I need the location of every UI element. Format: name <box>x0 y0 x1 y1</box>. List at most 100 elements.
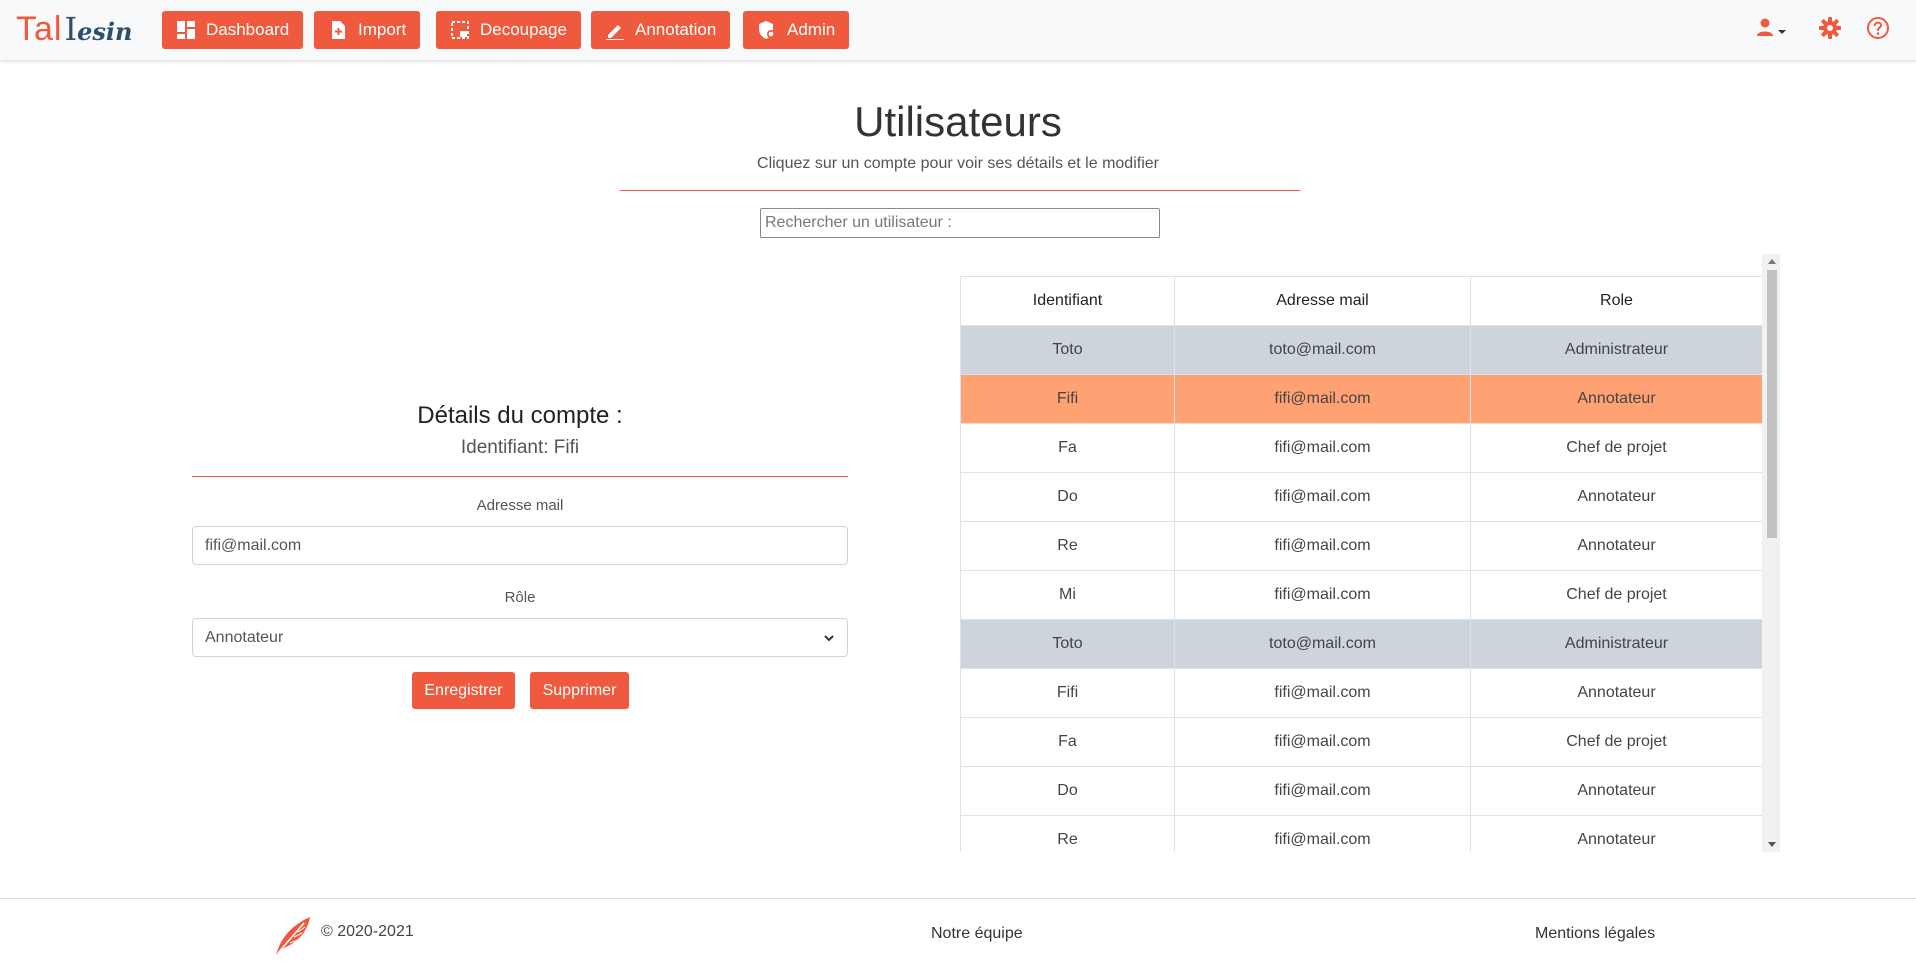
cell-identifier: Re <box>960 815 1175 852</box>
brand-logo-part3: esin <box>77 17 133 46</box>
table-row[interactable]: Fifi fifi@mail.com Annotateur <box>960 668 1763 718</box>
column-header-identifier: Identifiant <box>960 276 1175 326</box>
role-select-value: Annotateur <box>205 628 284 646</box>
users-table: Identifiant Adresse mail Role Toto toto@m… <box>960 276 1763 852</box>
users-table-container: Identifiant Adresse mail Role Toto toto@m… <box>960 254 1780 852</box>
cell-identifier: Do <box>960 472 1175 522</box>
scroll-thumb[interactable] <box>1767 270 1777 538</box>
cell-identifier: Re <box>960 521 1175 571</box>
cell-email: fifi@mail.com <box>1174 668 1471 718</box>
copyright-text: © 2020-2021 <box>321 923 414 940</box>
table-row[interactable]: Toto toto@mail.com Administrateur <box>960 325 1763 375</box>
user-icon <box>1757 18 1786 36</box>
nav-import-label: Import <box>358 20 407 39</box>
cell-identifier: Do <box>960 766 1175 816</box>
cell-identifier: Fifi <box>960 668 1175 718</box>
nav-annotation-label: Annotation <box>635 20 717 39</box>
cell-identifier: Toto <box>960 325 1175 375</box>
cell-email: fifi@mail.com <box>1174 570 1471 620</box>
cell-role: Annotateur <box>1470 815 1763 852</box>
file-add-icon <box>328 20 348 40</box>
cell-identifier: Toto <box>960 619 1175 669</box>
table-row[interactable]: Do fifi@mail.com Annotateur <box>960 766 1763 816</box>
cell-email: toto@mail.com <box>1174 325 1471 375</box>
account-identifier: Identifiant: Fifi <box>460 437 580 458</box>
cell-email: fifi@mail.com <box>1174 472 1471 522</box>
pencil-icon <box>605 20 625 40</box>
email-label: Adresse mail <box>476 497 564 514</box>
table-row[interactable]: Toto toto@mail.com Administrateur <box>960 619 1763 669</box>
save-button[interactable]: Enregistrer <box>412 672 515 709</box>
cell-role: Chef de projet <box>1470 423 1763 473</box>
delete-button[interactable]: Supprimer <box>530 672 629 709</box>
details-divider <box>192 476 848 477</box>
nav-admin-button[interactable]: Admin <box>743 11 850 49</box>
table-row[interactable]: Re fifi@mail.com Annotateur <box>960 521 1763 571</box>
cell-identifier: Fifi <box>960 374 1175 424</box>
brand-logo[interactable]: Tal I esin <box>16 10 132 50</box>
cell-identifier: Fa <box>960 717 1175 767</box>
nav-dashboard-button[interactable]: Dashboard <box>162 11 304 49</box>
cell-role: Annotateur <box>1470 472 1763 522</box>
column-header-role: Role <box>1470 276 1763 326</box>
top-navbar: Tal I esin Dashboard Import Decoupage An… <box>0 0 1916 60</box>
brand-logo-part1: Tal <box>16 10 63 48</box>
user-menu-toggle[interactable] <box>1755 16 1789 40</box>
shield-gear-icon <box>757 20 777 40</box>
cell-role: Annotateur <box>1470 521 1763 571</box>
brand-logo-part2: I <box>64 10 78 48</box>
email-field[interactable] <box>192 526 848 565</box>
chevron-down-icon <box>824 634 834 641</box>
table-header-row: Identifiant Adresse mail Role <box>960 276 1763 326</box>
table-row[interactable]: Re fifi@mail.com Annotateur <box>960 815 1763 852</box>
footer: © 2020-2021 Notre équipe Mentions légale… <box>0 898 1916 967</box>
table-scrollbar[interactable] <box>1762 254 1780 852</box>
scroll-down-arrow[interactable] <box>1767 840 1777 850</box>
table-row[interactable]: Fifi fifi@mail.com Annotateur <box>960 374 1763 424</box>
crop-selection-icon <box>450 20 470 40</box>
gear-icon <box>1819 17 1841 39</box>
cell-role: Annotateur <box>1470 374 1763 424</box>
table-row[interactable]: Mi fifi@mail.com Chef de projet <box>960 570 1763 620</box>
nav-dashboard-label: Dashboard <box>206 20 290 39</box>
account-details-title: Détails du compte : <box>417 402 623 429</box>
role-select[interactable]: Annotateur <box>192 618 848 657</box>
cell-role: Chef de projet <box>1470 717 1763 767</box>
nav-admin-label: Admin <box>787 20 836 39</box>
cell-identifier: Fa <box>960 423 1175 473</box>
scroll-up-arrow[interactable] <box>1767 256 1777 266</box>
cell-email: fifi@mail.com <box>1174 374 1471 424</box>
cell-role: Administrateur <box>1470 325 1763 375</box>
cell-email: fifi@mail.com <box>1174 717 1471 767</box>
column-header-email: Adresse mail <box>1174 276 1471 326</box>
cell-email: fifi@mail.com <box>1174 521 1471 571</box>
cell-identifier: Mi <box>960 570 1175 620</box>
nav-annotation-button[interactable]: Annotation <box>591 11 731 49</box>
nav-import-button[interactable]: Import <box>314 11 421 49</box>
settings-button[interactable] <box>1818 16 1842 40</box>
team-link[interactable]: Notre équipe <box>931 925 1023 943</box>
legal-link[interactable]: Mentions légales <box>1535 925 1655 943</box>
cell-email: fifi@mail.com <box>1174 423 1471 473</box>
feather-logo-icon <box>276 917 310 955</box>
cell-email: toto@mail.com <box>1174 619 1471 669</box>
cell-role: Chef de projet <box>1470 570 1763 620</box>
table-row[interactable]: Do fifi@mail.com Annotateur <box>960 472 1763 522</box>
cell-role: Annotateur <box>1470 668 1763 718</box>
nav-decoupage-label: Decoupage <box>480 20 567 39</box>
help-icon <box>1867 17 1889 39</box>
cell-role: Administrateur <box>1470 619 1763 669</box>
cell-role: Annotateur <box>1470 766 1763 816</box>
page-title: Utilisateurs <box>854 98 1062 145</box>
title-divider <box>620 190 1300 191</box>
dashboard-icon <box>176 20 196 40</box>
role-label: Rôle <box>504 589 536 606</box>
page-subtitle: Cliquez sur un compte pour voir ses déta… <box>757 155 1159 172</box>
help-button[interactable] <box>1866 16 1890 40</box>
nav-decoupage-button[interactable]: Decoupage <box>436 11 581 49</box>
table-row[interactable]: Fa fifi@mail.com Chef de projet <box>960 717 1763 767</box>
cell-email: fifi@mail.com <box>1174 766 1471 816</box>
search-user-input[interactable] <box>760 208 1160 238</box>
table-row[interactable]: Fa fifi@mail.com Chef de projet <box>960 423 1763 473</box>
cell-email: fifi@mail.com <box>1174 815 1471 852</box>
